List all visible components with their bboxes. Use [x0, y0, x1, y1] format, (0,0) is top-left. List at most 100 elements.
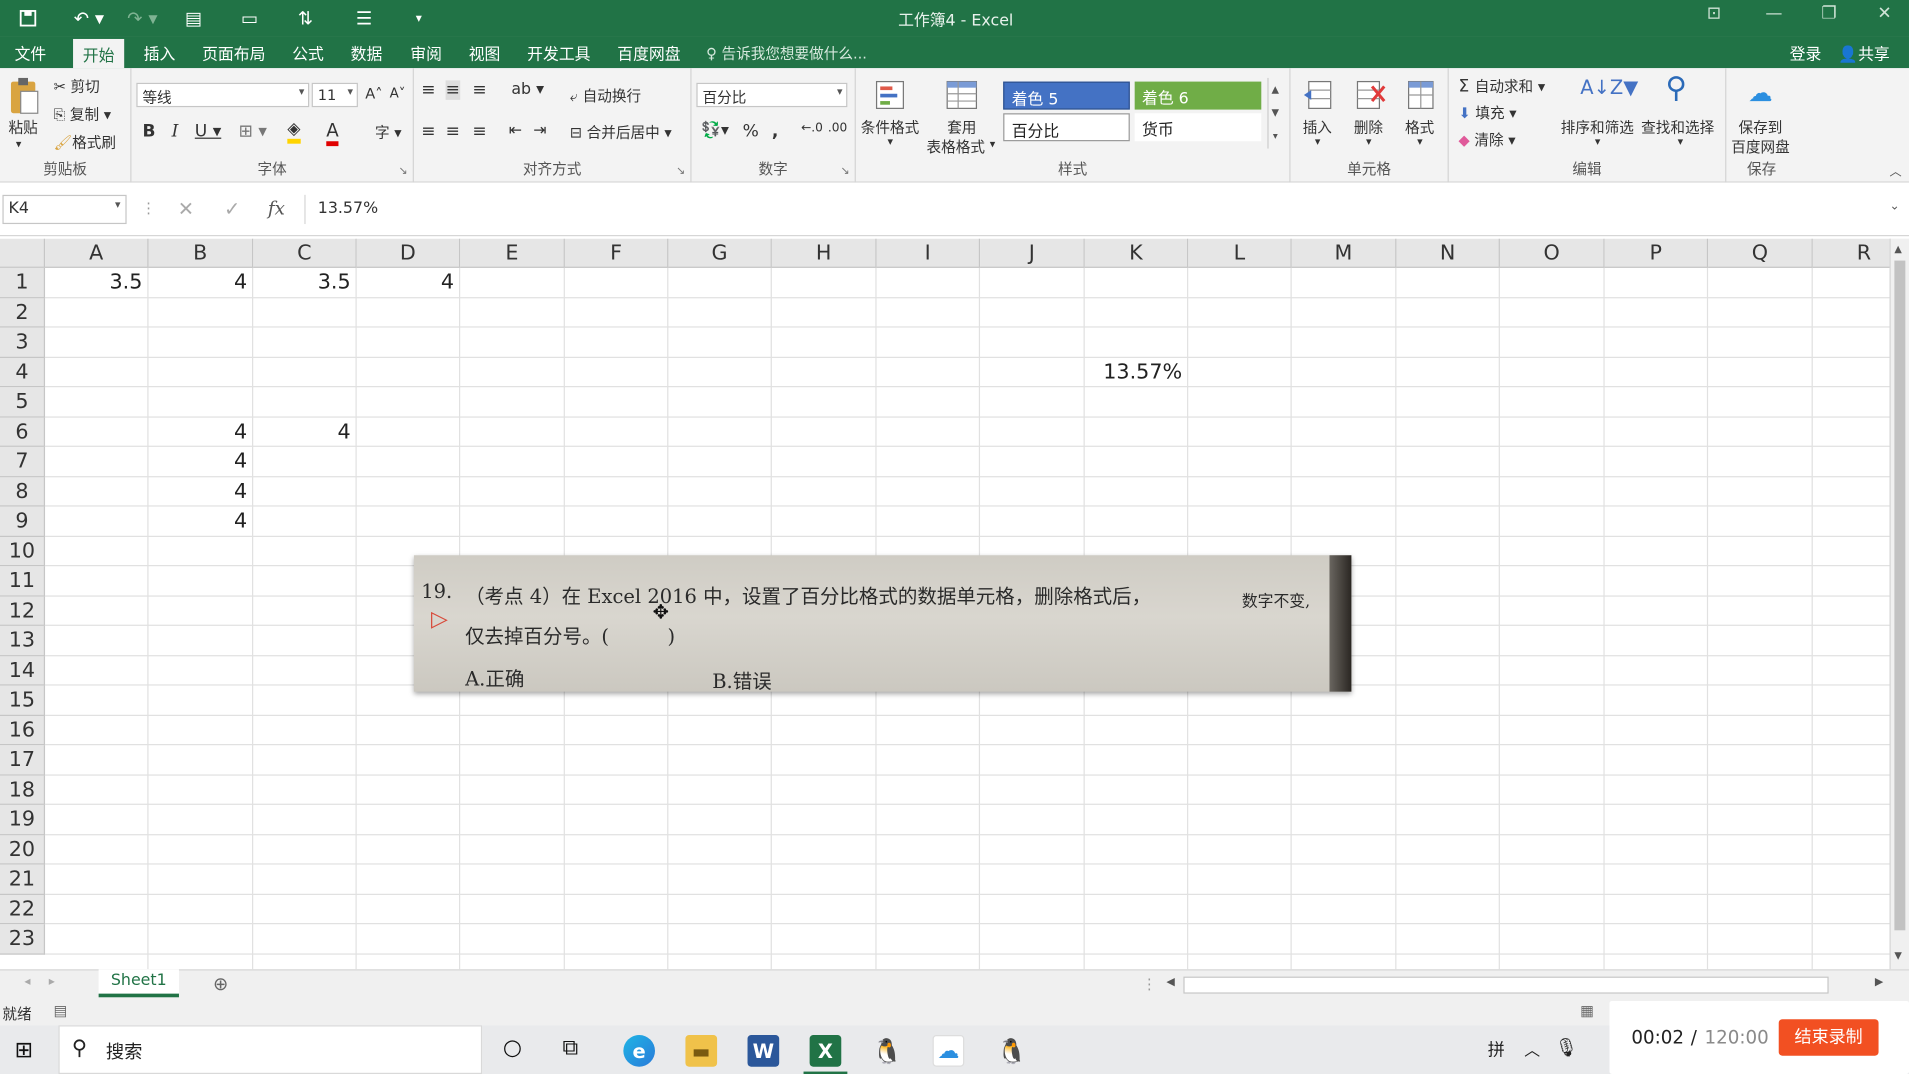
cortana-icon[interactable]: ○ — [503, 1035, 522, 1061]
decrease-indent-icon[interactable]: ⇤ — [509, 122, 522, 140]
paste-label[interactable]: 粘贴 — [9, 117, 38, 138]
style-percent[interactable]: 百分比 — [1003, 113, 1130, 142]
row-header-22[interactable]: 22 — [0, 894, 46, 925]
tab-data[interactable]: 数据 — [351, 41, 383, 64]
tab-developer[interactable]: 开发工具 — [527, 41, 590, 64]
expand-formula-bar-icon[interactable]: ⌄ — [1890, 200, 1900, 213]
find-select-label[interactable]: 查找和选择 — [1641, 117, 1714, 138]
row-header-4[interactable]: 4 — [0, 357, 46, 388]
row-header-17[interactable]: 17 — [0, 745, 46, 776]
delete-dropdown-icon[interactable]: ▾ — [1366, 136, 1372, 148]
column-header-o[interactable]: O — [1499, 238, 1605, 268]
form-icon[interactable]: ▤ — [180, 5, 207, 32]
prev-sheet-icon[interactable]: ◂ — [24, 975, 30, 988]
row-header-9[interactable]: 9 — [0, 506, 46, 537]
format-as-table-dropdown-icon[interactable]: ▾ — [990, 139, 996, 151]
cell-k4[interactable]: 13.57% — [1085, 357, 1188, 386]
align-middle-icon[interactable]: ≡ — [445, 80, 460, 100]
windows-start-icon[interactable]: ⊞ — [15, 1037, 33, 1063]
style-currency[interactable]: 货币 — [1134, 113, 1262, 142]
style-accent5[interactable]: 着色 5 — [1003, 81, 1130, 110]
add-sheet-icon[interactable]: ⊕ — [213, 973, 228, 995]
format-cells-icon[interactable] — [1403, 75, 1440, 114]
italic-icon[interactable]: I — [172, 122, 179, 141]
column-header-d[interactable]: D — [356, 238, 461, 268]
comma-style-icon[interactable]: , — [772, 122, 778, 141]
comment-icon[interactable]: ▭ — [236, 5, 263, 32]
row-header-8[interactable]: 8 — [0, 476, 46, 507]
taskbar-search-box[interactable]: ⚲ 搜索 — [58, 1025, 483, 1074]
insert-function-icon[interactable]: fx — [268, 197, 285, 219]
close-icon[interactable]: ✕ — [1877, 4, 1891, 23]
font-launcher-icon[interactable]: ↘ — [399, 166, 408, 178]
row-header-1[interactable]: 1 — [0, 267, 46, 298]
conditional-format-label[interactable]: 条件格式 — [861, 117, 919, 138]
confirm-entry-icon[interactable]: ✓ — [224, 197, 240, 220]
underline-icon[interactable]: U ▾ — [195, 122, 221, 141]
redo-icon[interactable]: ↷ ▾ — [122, 5, 163, 32]
format-cells-label[interactable]: 格式 — [1405, 117, 1434, 138]
column-header-j[interactable]: J — [980, 238, 1085, 268]
list-icon[interactable]: ☰ — [351, 5, 378, 32]
column-header-r[interactable]: R — [1812, 238, 1890, 268]
end-recording-button[interactable]: 结束录制 — [1778, 1019, 1879, 1056]
qq-icon[interactable]: 🐧 — [872, 1035, 904, 1067]
show-hidden-icons-icon[interactable]: ︿ — [1524, 1037, 1540, 1060]
insert-dropdown-icon[interactable]: ▾ — [1315, 136, 1321, 148]
row-header-3[interactable]: 3 — [0, 327, 46, 358]
tab-formulas[interactable]: 公式 — [292, 41, 324, 64]
cancel-entry-icon[interactable]: ✕ — [178, 197, 194, 220]
row-header-6[interactable]: 6 — [0, 417, 46, 447]
align-center-icon[interactable]: ≡ — [446, 122, 460, 141]
align-left-icon[interactable]: ≡ — [421, 122, 435, 141]
next-sheet-icon[interactable]: ▸ — [49, 975, 55, 988]
increase-decimal-icon[interactable]: ←.0 — [801, 122, 823, 135]
edge-browser-icon[interactable]: e — [623, 1035, 655, 1067]
row-header-21[interactable]: 21 — [0, 864, 46, 895]
sort-icon[interactable]: ⇅ — [292, 5, 319, 32]
cell-b1[interactable]: 4 — [149, 268, 254, 297]
restore-icon[interactable]: ❐ — [1821, 4, 1836, 23]
column-header-k[interactable]: K — [1084, 238, 1189, 268]
customize-qat-icon[interactable]: ▾ — [409, 5, 428, 32]
row-header-12[interactable]: 12 — [0, 596, 46, 626]
paste-dropdown-icon[interactable]: ▾ — [16, 139, 22, 151]
font-size-select[interactable]: 11 ▾ — [311, 82, 358, 108]
align-right-icon[interactable]: ≡ — [472, 122, 486, 141]
tab-page-layout[interactable]: 页面布局 — [202, 41, 265, 64]
number-launcher-icon[interactable]: ↘ — [841, 166, 850, 178]
row-header-15[interactable]: 15 — [0, 685, 46, 716]
tab-file[interactable]: 文件 — [15, 41, 47, 64]
formula-input[interactable]: 13.57% — [304, 194, 1909, 225]
wrap-text-button[interactable]: ⤶ 自动换行 — [570, 85, 641, 106]
decrease-font-icon[interactable]: A˅ — [390, 85, 406, 101]
cell-c6[interactable]: 4 — [253, 417, 356, 446]
macro-record-icon[interactable]: ▤ — [54, 1002, 68, 1019]
row-header-10[interactable]: 10 — [0, 536, 46, 567]
clear-button[interactable]: ◆ 清除 ▾ — [1459, 129, 1516, 150]
minimize-icon[interactable]: — — [1765, 4, 1782, 23]
file-explorer-icon[interactable]: ▬ — [685, 1035, 718, 1067]
ime-indicator[interactable]: 拼 — [1488, 1037, 1505, 1061]
undo-icon[interactable]: ↶ ▾ — [68, 5, 109, 32]
name-box[interactable]: K4 ▾ — [2, 194, 127, 225]
row-header-5[interactable]: 5 — [0, 387, 46, 418]
save-to-baidu-label-2[interactable]: 百度网盘 — [1731, 136, 1789, 157]
vertical-scrollbar[interactable]: ▲ ▼ — [1889, 238, 1909, 970]
cell-c1[interactable]: 3.5 — [253, 268, 356, 297]
save-to-baidu-label-1[interactable]: 保存到 — [1739, 117, 1783, 138]
column-header-q[interactable]: Q — [1708, 238, 1813, 268]
decrease-decimal-icon[interactable]: .00 — [828, 122, 847, 135]
row-header-18[interactable]: 18 — [0, 775, 46, 805]
row-header-14[interactable]: 14 — [0, 655, 46, 686]
cell-d1[interactable]: 4 — [357, 268, 460, 297]
excel-icon[interactable]: X — [809, 1035, 842, 1067]
orientation-icon[interactable]: ab ▾ — [511, 80, 544, 98]
column-header-m[interactable]: M — [1291, 238, 1397, 268]
baidu-netdisk-icon[interactable]: ☁ — [932, 1035, 965, 1067]
styles-scroll[interactable]: ▲ ▼ ▾ — [1267, 77, 1282, 149]
select-all-corner[interactable] — [0, 238, 46, 268]
merge-center-button[interactable]: ⊟ 合并后居中 ▾ — [570, 122, 672, 143]
align-bottom-icon[interactable]: ≡ — [472, 80, 486, 99]
sort-dropdown-icon[interactable]: ▾ — [1595, 136, 1601, 148]
